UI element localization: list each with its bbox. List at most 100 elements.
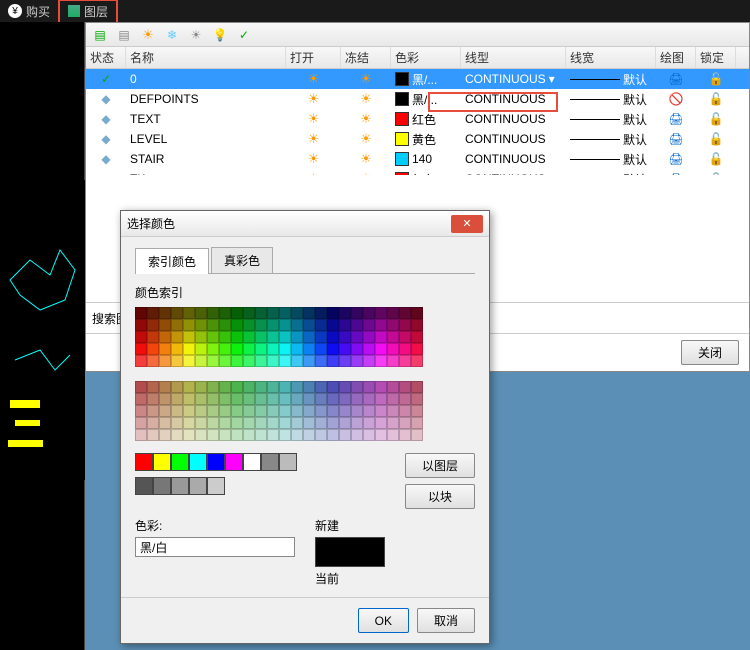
palette-cell[interactable] (411, 307, 423, 319)
palette-cell[interactable] (291, 429, 303, 441)
header-open[interactable]: 打开 (286, 47, 341, 68)
std-color-swatch[interactable] (171, 453, 189, 471)
palette-cell[interactable] (195, 405, 207, 417)
palette-cell[interactable] (255, 393, 267, 405)
palette-cell[interactable] (231, 355, 243, 367)
palette-cell[interactable] (243, 307, 255, 319)
palette-cell[interactable] (411, 343, 423, 355)
palette-cell[interactable] (147, 381, 159, 393)
palette-cell[interactable] (351, 405, 363, 417)
palette-cell[interactable] (219, 417, 231, 429)
palette-cell[interactable] (267, 417, 279, 429)
palette-cell[interactable] (183, 331, 195, 343)
palette-cell[interactable] (231, 381, 243, 393)
palette-cell[interactable] (147, 355, 159, 367)
gray-color-swatch[interactable] (189, 477, 207, 495)
header-color[interactable]: 色彩 (391, 47, 461, 68)
palette-cell[interactable] (219, 343, 231, 355)
palette-cell[interactable] (399, 319, 411, 331)
palette-cell[interactable] (195, 319, 207, 331)
palette-cell[interactable] (231, 307, 243, 319)
palette-cell[interactable] (363, 381, 375, 393)
palette-cell[interactable] (255, 417, 267, 429)
palette-cell[interactable] (135, 393, 147, 405)
palette-cell[interactable] (363, 429, 375, 441)
palette-second[interactable] (135, 381, 475, 441)
palette-cell[interactable] (363, 343, 375, 355)
palette-cell[interactable] (135, 429, 147, 441)
taskbar-item-purchase[interactable]: ¥ 购买 (0, 1, 58, 22)
palette-cell[interactable] (351, 429, 363, 441)
palette-cell[interactable] (279, 381, 291, 393)
std-color-swatch[interactable] (153, 453, 171, 471)
std-color-swatch[interactable] (279, 453, 297, 471)
palette-cell[interactable] (135, 307, 147, 319)
palette-cell[interactable] (207, 429, 219, 441)
palette-cell[interactable] (255, 343, 267, 355)
color-swatch[interactable] (395, 112, 409, 126)
sun-icon[interactable]: ☀ (308, 151, 320, 167)
palette-cell[interactable] (159, 381, 171, 393)
palette-cell[interactable] (363, 355, 375, 367)
color-swatch[interactable] (395, 92, 409, 106)
palette-cell[interactable] (399, 331, 411, 343)
palette-cell[interactable] (147, 331, 159, 343)
palette-cell[interactable] (387, 319, 399, 331)
palette-cell[interactable] (171, 319, 183, 331)
sun-icon[interactable]: ☀ (360, 91, 372, 107)
palette-cell[interactable] (207, 343, 219, 355)
palette-cell[interactable] (291, 405, 303, 417)
palette-cell[interactable] (363, 319, 375, 331)
palette-cell[interactable] (183, 405, 195, 417)
palette-cell[interactable] (231, 331, 243, 343)
palette-cell[interactable] (327, 393, 339, 405)
palette-cell[interactable] (351, 307, 363, 319)
palette-cell[interactable] (255, 355, 267, 367)
palette-cell[interactable] (291, 343, 303, 355)
palette-cell[interactable] (351, 393, 363, 405)
palette-cell[interactable] (411, 417, 423, 429)
palette-cell[interactable] (327, 343, 339, 355)
palette-cell[interactable] (159, 355, 171, 367)
palette-cell[interactable] (387, 417, 399, 429)
palette-cell[interactable] (339, 319, 351, 331)
palette-cell[interactable] (387, 307, 399, 319)
palette-cell[interactable] (339, 331, 351, 343)
palette-cell[interactable] (411, 381, 423, 393)
palette-cell[interactable] (135, 331, 147, 343)
palette-cell[interactable] (171, 343, 183, 355)
palette-cell[interactable] (411, 429, 423, 441)
taskbar-item-layers[interactable]: 图层 (58, 0, 118, 24)
palette-cell[interactable] (279, 343, 291, 355)
palette-cell[interactable] (375, 355, 387, 367)
sun-icon[interactable]: ☀ (308, 131, 320, 147)
lock-icon[interactable]: 🔓 (709, 132, 724, 146)
palette-cell[interactable] (195, 331, 207, 343)
std-color-swatch[interactable] (225, 453, 243, 471)
palette-cell[interactable] (399, 393, 411, 405)
std-color-swatch[interactable] (243, 453, 261, 471)
sun-icon[interactable]: ☀ (360, 131, 372, 147)
header-lock[interactable]: 锁定 (696, 47, 736, 68)
palette-cell[interactable] (279, 405, 291, 417)
palette-cell[interactable] (159, 319, 171, 331)
lock-icon[interactable]: 🔓 (709, 72, 724, 86)
palette-cell[interactable] (267, 355, 279, 367)
palette-cell[interactable] (303, 331, 315, 343)
palette-cell[interactable] (291, 331, 303, 343)
table-row[interactable]: ◆DEFPOINTS☀☀黑/...CONTINUOUS 默认🚫🔓 (86, 89, 749, 109)
bulb-icon[interactable]: ☀ (188, 27, 204, 43)
palette-cell[interactable] (411, 355, 423, 367)
palette-cell[interactable] (135, 417, 147, 429)
header-plot[interactable]: 绘图 (656, 47, 696, 68)
printer-icon[interactable]: 🚫 (669, 92, 684, 106)
palette-cell[interactable] (279, 355, 291, 367)
palette-cell[interactable] (219, 355, 231, 367)
palette-cell[interactable] (339, 393, 351, 405)
palette-cell[interactable] (219, 393, 231, 405)
palette-cell[interactable] (351, 331, 363, 343)
palette-cell[interactable] (183, 381, 195, 393)
palette-cell[interactable] (303, 417, 315, 429)
bulb-on-icon[interactable]: 💡 (212, 27, 228, 43)
palette-cell[interactable] (363, 331, 375, 343)
